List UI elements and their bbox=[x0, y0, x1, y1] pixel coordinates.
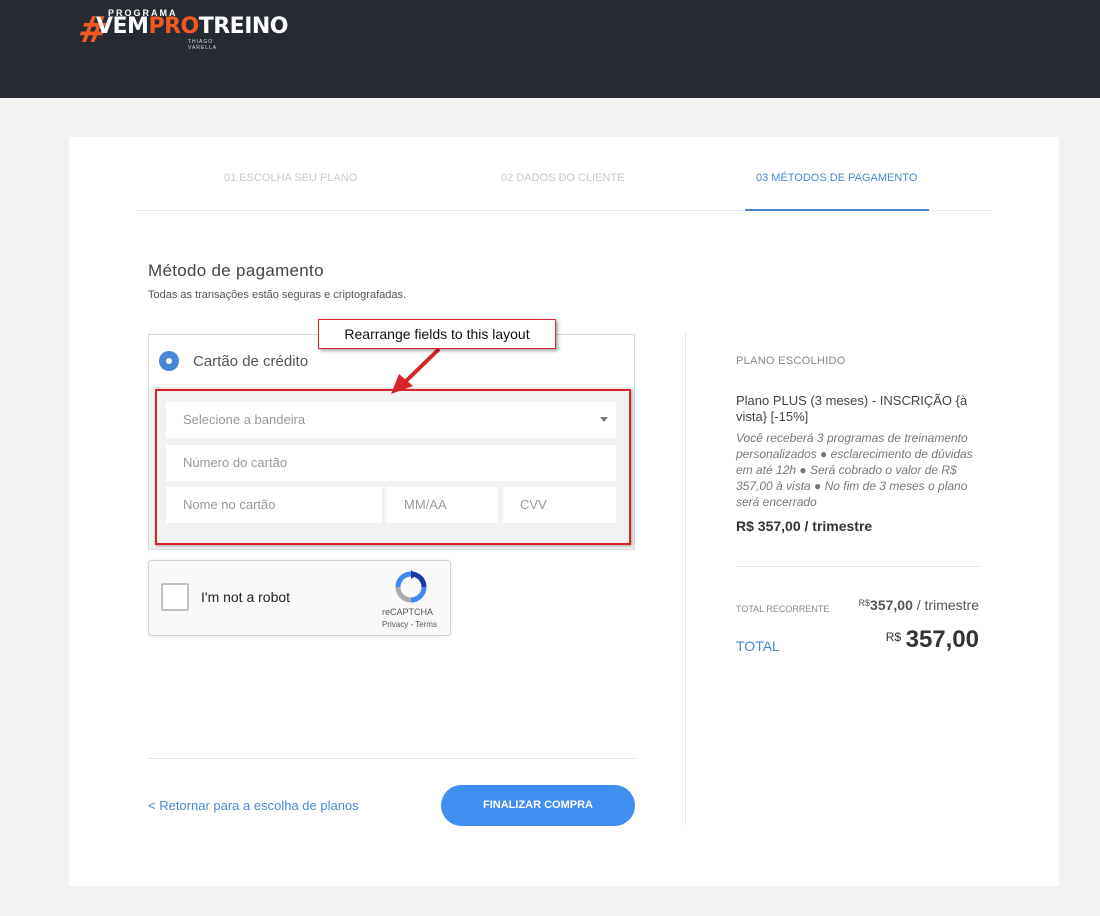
total-label: TOTAL bbox=[736, 638, 780, 654]
recaptcha-terms-link[interactable]: Privacy - Terms bbox=[382, 620, 437, 629]
summary-divider bbox=[736, 566, 979, 567]
recaptcha-brand: reCAPTCHA bbox=[382, 607, 434, 617]
checkout-card: 01 ESCOLHA SEU PLANO 02 DADOS DO CLIENTE… bbox=[69, 137, 1059, 886]
logo-wordmark: VEMPROTREINO bbox=[96, 14, 289, 39]
plan-price: R$ 357,00 / trimestre bbox=[736, 518, 873, 534]
plan-name: Plano PLUS (3 meses) - INSCRIÇÃO {à vist… bbox=[736, 393, 968, 424]
recurring-total-value: R$357,00 / trimestre bbox=[858, 597, 979, 613]
form-divider bbox=[148, 758, 635, 759]
logo-author: THIAGO VARELLA bbox=[188, 39, 218, 51]
finalize-purchase-button[interactable]: FINALIZAR COMPRA bbox=[441, 785, 635, 826]
recurring-total-label: TOTAL RECORRENTE bbox=[736, 604, 830, 614]
active-step-underline bbox=[745, 209, 929, 211]
plan-description: Você receberá 3 programas de treinamento… bbox=[736, 431, 973, 509]
step-payment-methods[interactable]: 03 MÉTODOS DE PAGAMENTO bbox=[756, 172, 917, 184]
back-to-plans-link[interactable]: < Retornar para a escolha de planos bbox=[148, 798, 359, 813]
recaptcha-checkbox[interactable] bbox=[161, 583, 189, 611]
recaptcha-icon bbox=[395, 570, 427, 603]
total-value: R$ 357,00 bbox=[885, 626, 979, 653]
recaptcha-widget: I'm not a robot reCAPTCHA Privacy - Term… bbox=[148, 560, 451, 636]
card-number-input[interactable]: Número do cartão bbox=[166, 445, 616, 481]
checkout-steps: 01 ESCOLHA SEU PLANO 02 DADOS DO CLIENTE… bbox=[136, 137, 992, 211]
card-expiry-input[interactable]: MM/AA bbox=[387, 487, 498, 523]
summary-label: PLANO ESCOLHIDO bbox=[736, 355, 846, 367]
step-customer-data[interactable]: 02 DADOS DO CLIENTE bbox=[501, 172, 624, 184]
step-choose-plan[interactable]: 01 ESCOLHA SEU PLANO bbox=[224, 172, 357, 184]
recaptcha-label: I'm not a robot bbox=[201, 589, 291, 605]
card-brand-select[interactable]: Selecione a bandeira bbox=[166, 402, 616, 438]
card-fields: Selecione a bandeira Número do cartão No… bbox=[149, 387, 634, 549]
column-divider bbox=[685, 333, 686, 825]
credit-card-option: Cartão de crédito Selecione a bandeira N… bbox=[148, 334, 635, 550]
top-header: # PROGRAMA VEMPROTREINO THIAGO VARELLA bbox=[0, 0, 1100, 98]
payment-method-subtitle: Todas as transações estão seguras e crip… bbox=[148, 289, 407, 301]
card-name-input[interactable]: Nome no cartão bbox=[166, 487, 382, 523]
card-cvv-input[interactable]: CVV bbox=[503, 487, 616, 523]
brand-logo[interactable]: # PROGRAMA VEMPROTREINO THIAGO VARELLA bbox=[75, 8, 288, 54]
credit-card-label[interactable]: Cartão de crédito bbox=[193, 353, 308, 370]
payment-method-title: Método de pagamento bbox=[148, 261, 324, 280]
credit-card-radio[interactable] bbox=[159, 351, 179, 371]
chevron-down-icon bbox=[600, 417, 608, 422]
annotation-callout: Rearrange fields to this layout bbox=[318, 319, 556, 349]
